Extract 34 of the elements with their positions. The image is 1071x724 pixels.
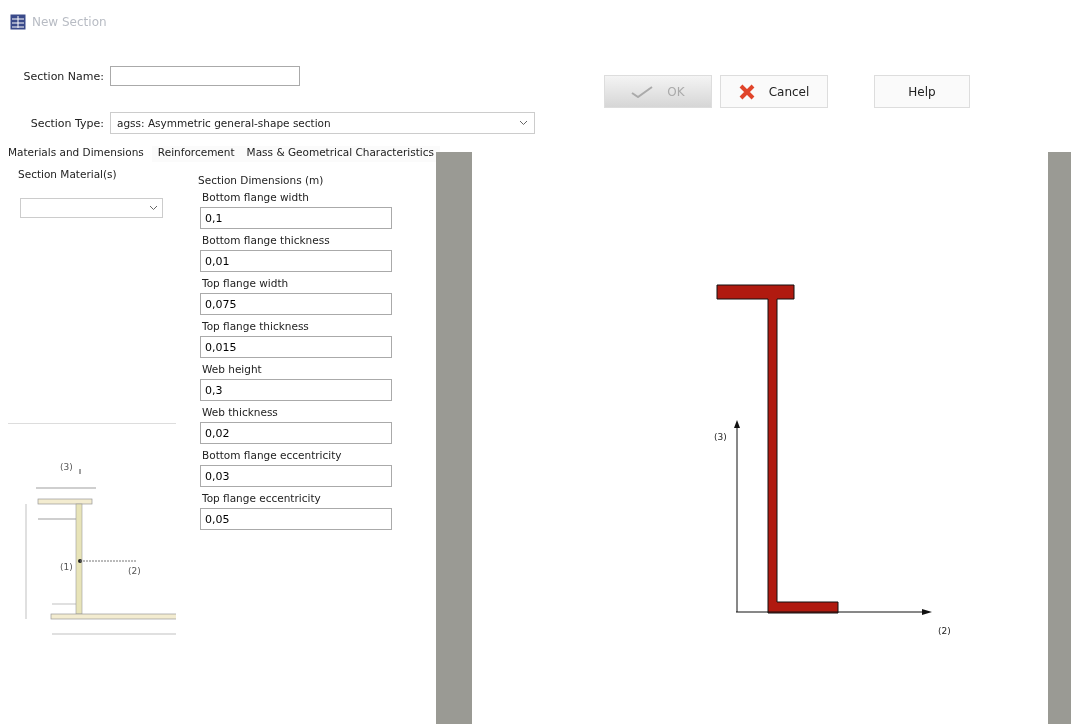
section-heading: Section Material(s) [17,167,118,180]
material-dropdown[interactable] [20,198,163,218]
dimension-field[interactable]: 0,05 [200,508,392,530]
field-label: Section Type: [30,116,105,130]
section-type-dropdown[interactable]: agss: Asymmetric general-shape section [110,112,535,134]
close-icon [738,83,755,100]
dimension-field[interactable]: 0,3 [200,379,392,401]
section-name-field[interactable] [110,66,300,86]
dimension-field[interactable]: 0,075 [200,293,392,315]
field-label: Section Name: [23,69,105,83]
cancel-button[interactable]: Cancel [720,75,828,108]
table-icon [10,14,26,30]
dimension-field[interactable]: 0,03 [200,465,392,487]
help-button[interactable]: Help [874,75,970,108]
check-icon [631,85,654,98]
tab[interactable]: Reinforcement [151,146,241,162]
field-label: Top flange eccentricity [202,492,322,504]
axis-label: (3) [714,432,727,442]
field-label: Top flange width [202,277,290,289]
dimension-field[interactable]: 0,02 [200,422,392,444]
field-label: Bottom flange thickness [202,234,331,246]
section-heading: Section Dimensions (m) [198,173,325,186]
tab[interactable]: Mass & Geometrical Characteristics [240,146,440,162]
dimension-field[interactable]: 0,01 [200,250,392,272]
field-label: Top flange thickness [202,320,310,332]
window-title: New Section [32,15,107,29]
field-label: Bottom flange width [202,191,310,203]
axis-label: (2) [938,626,951,636]
dimension-field[interactable]: 0,1 [200,207,392,229]
field-label: Web height [202,363,263,375]
field-label: Web thickness [202,406,279,418]
dimension-field[interactable]: 0,015 [200,336,392,358]
field-label: Bottom flange eccentricity [202,449,343,461]
section-legend-drawing: (3) (1) (2) [8,424,176,670]
